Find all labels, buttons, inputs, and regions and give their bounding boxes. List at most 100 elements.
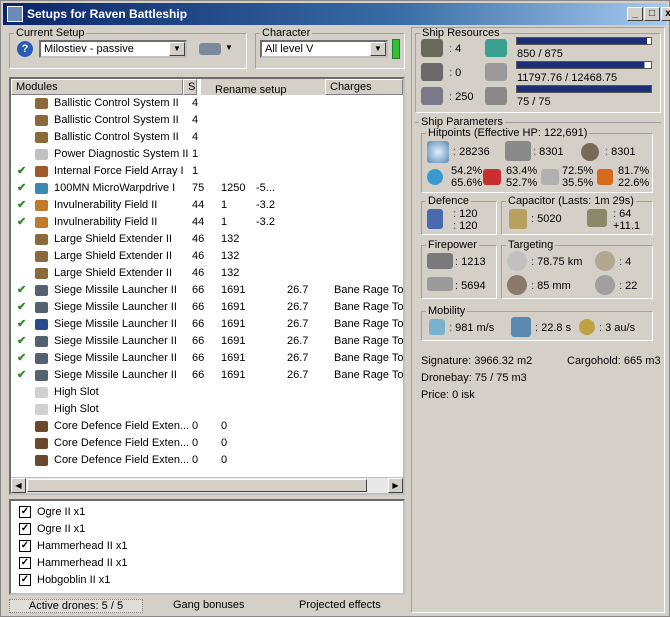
minimize-button[interactable]: _ bbox=[627, 7, 643, 21]
dronebay-text: Dronebay: 75 / 75 m3 bbox=[421, 372, 527, 384]
module-cpu: 0 bbox=[192, 420, 199, 432]
drone-checkbox[interactable]: ✓ bbox=[19, 506, 31, 518]
drone-checkbox[interactable]: ✓ bbox=[19, 557, 31, 569]
ship-icon[interactable] bbox=[199, 43, 221, 55]
modules-header[interactable]: Modules bbox=[11, 79, 183, 95]
module-name: 100MN MicroWarpdrive I bbox=[54, 182, 176, 194]
table-row[interactable]: ✔ Siege Missile Launcher II 66 1691 26.7 Bane… bbox=[11, 299, 403, 316]
table-row[interactable]: Core Defence Field Exten... 0 0 bbox=[11, 418, 403, 435]
drone-checkbox[interactable]: ✓ bbox=[19, 540, 31, 552]
tab-active-drones[interactable]: Active drones: 5 / 5 bbox=[9, 599, 143, 613]
scrollbar-thumb[interactable] bbox=[27, 479, 367, 492]
table-row[interactable]: ✔ 100MN MicroWarpdrive I 75 1250 -5... bbox=[11, 180, 403, 197]
active-check-icon[interactable]: ✔ bbox=[17, 333, 26, 350]
table-row[interactable]: Large Shield Extender II 46 132 bbox=[11, 231, 403, 248]
module-icon bbox=[35, 438, 48, 449]
character-select[interactable]: All level V ▼ bbox=[260, 40, 388, 58]
table-row[interactable]: ✔ Siege Missile Launcher II 66 1691 26.7 Bane… bbox=[11, 367, 403, 384]
active-check-icon[interactable]: ✔ bbox=[17, 316, 26, 333]
module-name: Large Shield Extender II bbox=[54, 267, 173, 279]
column-header-s[interactable]: S bbox=[183, 79, 197, 95]
table-row[interactable]: Ballistic Control System II 4 bbox=[11, 129, 403, 146]
table-row[interactable]: High Slot bbox=[11, 401, 403, 418]
module-cpu: 66 bbox=[192, 352, 205, 364]
drone-checkbox[interactable]: ✓ bbox=[19, 574, 31, 586]
table-row[interactable]: ✔ Internal Force Field Array I 1 bbox=[11, 163, 403, 180]
help-icon[interactable]: ? bbox=[17, 41, 33, 57]
shield-hp-value: : 28236 bbox=[453, 146, 490, 158]
table-row[interactable]: ✔ Invulnerability Field II 44 1 -3.2 bbox=[11, 197, 403, 214]
close-button[interactable]: x bbox=[661, 7, 670, 21]
charges-header[interactable]: Charges bbox=[325, 79, 403, 95]
table-row[interactable]: Power Diagnostic System II 1 bbox=[11, 146, 403, 163]
active-check-icon[interactable]: ✔ bbox=[17, 197, 26, 214]
module-pg: 0 bbox=[221, 454, 228, 466]
ship-resources-label: Ship Resources bbox=[422, 27, 500, 39]
table-row[interactable]: Large Shield Extender II 46 132 bbox=[11, 248, 403, 265]
current-setup-label: Current Setup bbox=[16, 27, 85, 39]
module-pg: 132 bbox=[221, 250, 240, 262]
list-item[interactable]: ✓ Ogre II x1 bbox=[11, 504, 403, 521]
drone-checkbox[interactable]: ✓ bbox=[19, 523, 31, 535]
table-row[interactable]: Ballistic Control System II 4 bbox=[11, 112, 403, 129]
module-name: High Slot bbox=[54, 386, 99, 398]
kinetic-resist-b: 35.5% bbox=[562, 177, 594, 189]
active-check-icon[interactable]: ✔ bbox=[17, 180, 26, 197]
module-pg: 1 bbox=[221, 199, 228, 211]
module-name: Siege Missile Launcher II bbox=[54, 301, 177, 313]
drone-name: Hobgoblin II x1 bbox=[37, 574, 111, 586]
module-icon bbox=[35, 166, 48, 177]
character-label: Character bbox=[262, 27, 311, 39]
module-dps: 26.7 bbox=[287, 352, 309, 364]
shield-icon bbox=[427, 141, 449, 163]
ship-menu-arrow-icon[interactable]: ▼ bbox=[225, 43, 233, 52]
calibration-bar bbox=[516, 85, 652, 93]
module-cpu: 4 bbox=[192, 131, 199, 143]
table-row[interactable]: ✔ Siege Missile Launcher II 66 1691 26.7 Bane… bbox=[11, 333, 403, 350]
module-dps: 26.7 bbox=[287, 301, 309, 313]
scroll-right-icon[interactable]: ▶ bbox=[388, 478, 403, 493]
active-check-icon[interactable]: ✔ bbox=[17, 299, 26, 316]
module-pg: 0 bbox=[221, 420, 228, 432]
tab-projected-effects[interactable]: Projected effects bbox=[299, 599, 381, 611]
table-row[interactable]: ✔ Invulnerability Field II 44 1 -3.2 bbox=[11, 214, 403, 231]
list-item[interactable]: ✓ Hammerhead II x1 bbox=[11, 555, 403, 572]
active-check-icon[interactable]: ✔ bbox=[17, 214, 26, 231]
active-check-icon[interactable]: ✔ bbox=[17, 163, 26, 180]
tab-gang-bonuses[interactable]: Gang bonuses bbox=[173, 599, 245, 611]
app-icon bbox=[7, 6, 23, 22]
table-row[interactable]: ✔ Siege Missile Launcher II 66 1691 26.7 Bane… bbox=[11, 282, 403, 299]
list-item[interactable]: ✓ Hammerhead II x1 bbox=[11, 538, 403, 555]
module-pg: 1 bbox=[221, 216, 228, 228]
table-row[interactable]: Core Defence Field Exten... 0 0 bbox=[11, 435, 403, 452]
powergrid-bar bbox=[516, 61, 652, 69]
active-check-icon[interactable]: ✔ bbox=[17, 367, 26, 384]
active-check-icon[interactable]: ✔ bbox=[17, 350, 26, 367]
maximize-button[interactable]: □ bbox=[644, 7, 660, 21]
firepower-b: : 5694 bbox=[455, 280, 486, 292]
table-row[interactable]: High Slot bbox=[11, 384, 403, 401]
setup-select[interactable]: Milostiev - passive ▼ bbox=[39, 40, 187, 58]
horizontal-scrollbar[interactable]: ◀ ▶ bbox=[11, 477, 403, 493]
table-row[interactable]: Large Shield Extender II 46 132 bbox=[11, 265, 403, 282]
module-name: Siege Missile Launcher II bbox=[54, 284, 177, 296]
module-icon bbox=[35, 132, 48, 143]
module-cap: -3.2 bbox=[256, 216, 275, 228]
module-icon bbox=[35, 200, 48, 211]
module-name: Invulnerability Field II bbox=[54, 199, 158, 211]
table-row[interactable]: Ballistic Control System II 4 bbox=[11, 95, 403, 112]
table-row[interactable]: Core Defence Field Exten... 0 0 bbox=[11, 452, 403, 469]
module-icon bbox=[35, 421, 48, 432]
scroll-left-icon[interactable]: ◀ bbox=[11, 478, 26, 493]
table-row[interactable]: ✔ Siege Missile Launcher II 66 1691 26.7 Bane… bbox=[11, 350, 403, 367]
cargohold-text: Cargohold: 665 m3 bbox=[567, 355, 661, 367]
module-cpu: 66 bbox=[192, 284, 205, 296]
cpu-icon bbox=[485, 39, 507, 57]
context-menu[interactable]: Rename setup bbox=[201, 79, 325, 96]
module-name: Ballistic Control System II bbox=[54, 114, 179, 126]
active-check-icon[interactable]: ✔ bbox=[17, 282, 26, 299]
table-row[interactable]: ✔ Siege Missile Launcher II 66 1691 26.7 Bane… bbox=[11, 316, 403, 333]
list-item[interactable]: ✓ Hobgoblin II x1 bbox=[11, 572, 403, 589]
module-icon bbox=[35, 234, 48, 245]
list-item[interactable]: ✓ Ogre II x1 bbox=[11, 521, 403, 538]
